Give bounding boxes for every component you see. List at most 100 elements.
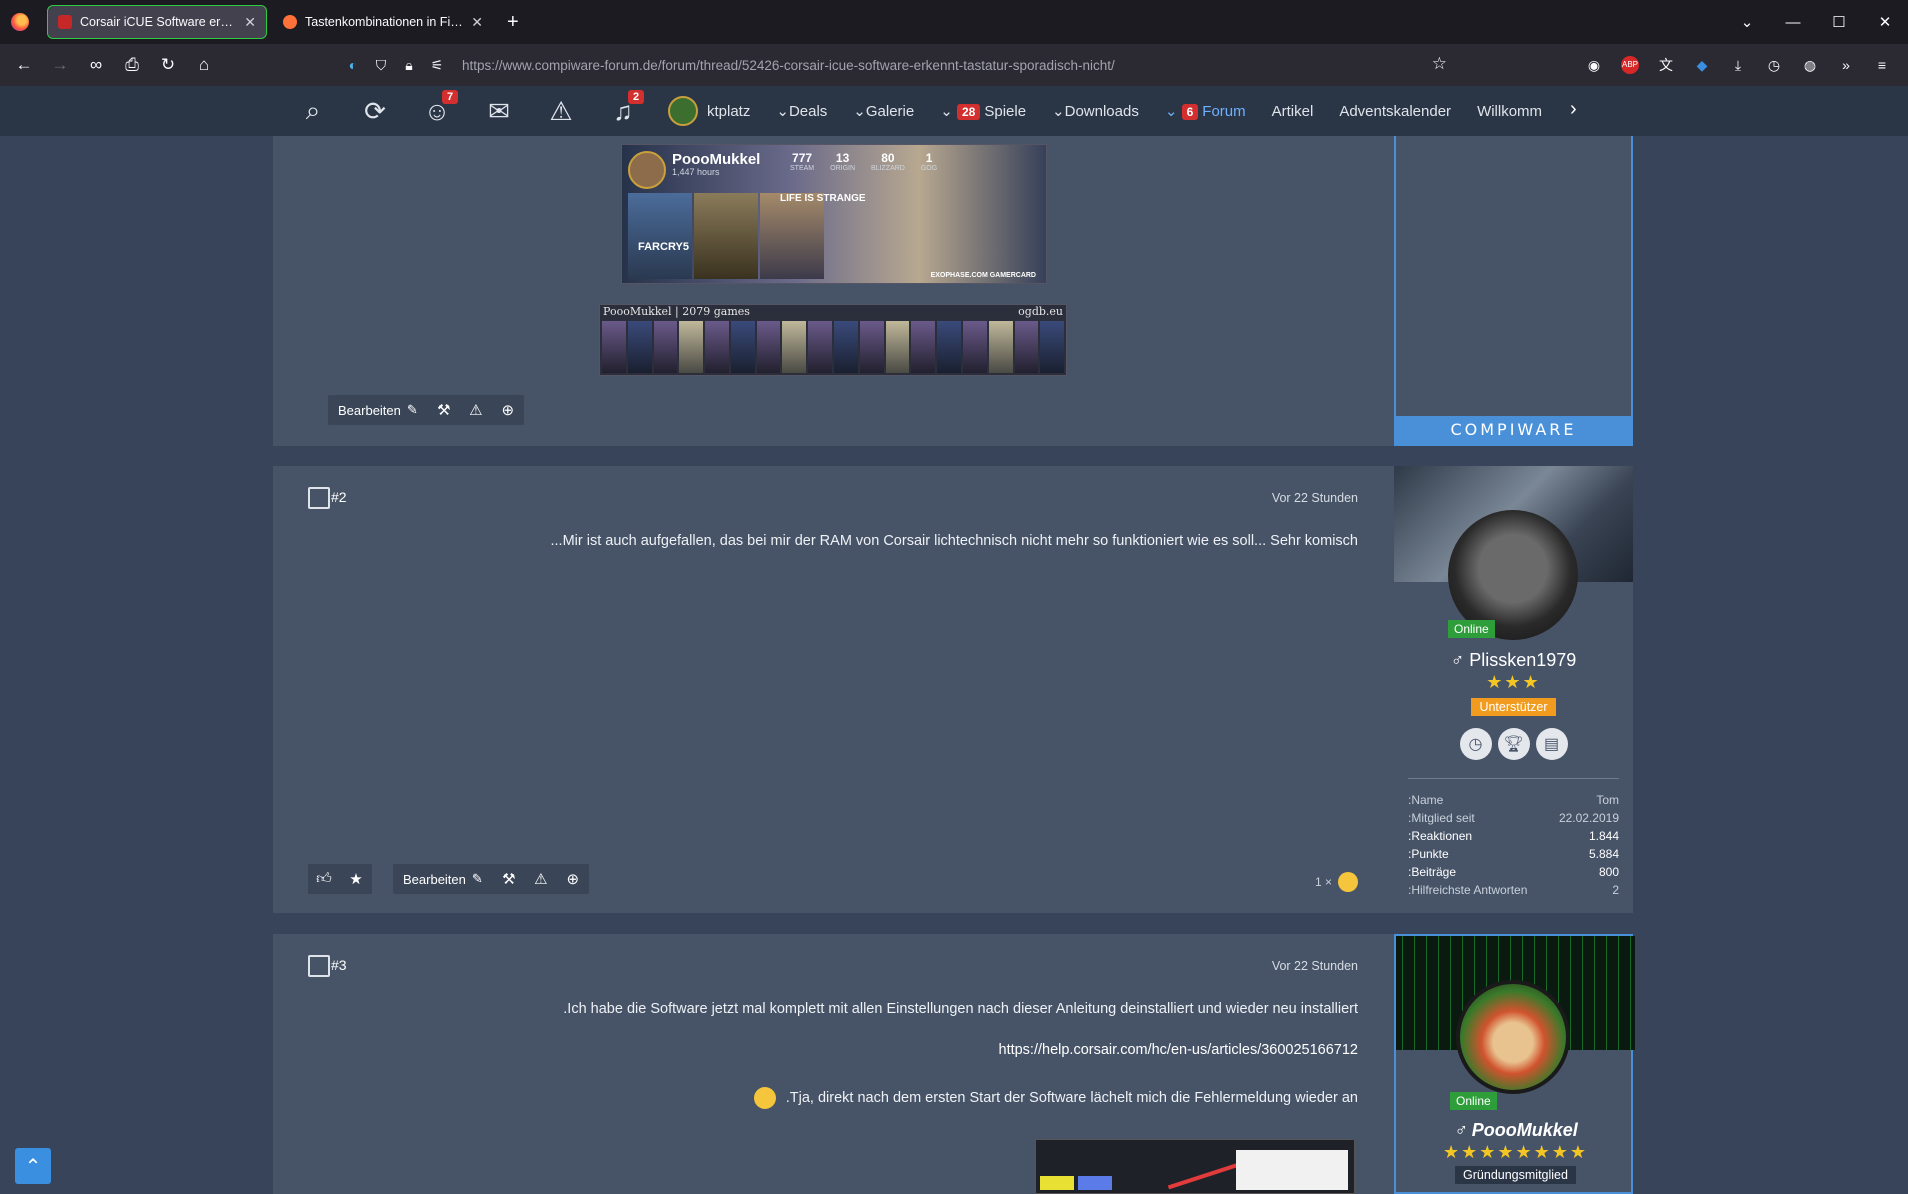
translate-icon[interactable]: 文 bbox=[1650, 55, 1682, 75]
site-nav-icons: ⌕ ⟳ ☺ 7 ✉ ⚠ ♫ 2 bbox=[282, 86, 698, 136]
drop-icon[interactable]: ◆ bbox=[1686, 57, 1718, 74]
firefox-icon[interactable] bbox=[0, 0, 40, 44]
menu-articles[interactable]: Artikel bbox=[1272, 103, 1314, 120]
edit-button[interactable]: Bearbeiten ✎ bbox=[393, 864, 493, 894]
bookmark-star-icon[interactable]: ☆ bbox=[1432, 54, 1447, 74]
detail-value: 800 bbox=[1598, 865, 1619, 879]
globe-icon[interactable]: ⊕ bbox=[492, 395, 524, 425]
tab-shortcuts[interactable]: Tastenkombinationen in Firefox ✕ bbox=[273, 5, 493, 39]
post-select-checkbox[interactable] bbox=[308, 487, 330, 509]
tab-corsair[interactable]: Corsair iCUE Software erkennt ✕ bbox=[47, 5, 267, 39]
private-mask-icon[interactable]: ∞ bbox=[78, 55, 114, 75]
author-panel-pooomukkel: Online ♂ PoooMukkel ★★★★★★★★ Gründungsmi… bbox=[1394, 934, 1635, 1194]
detail-row[interactable]: :Reaktionen 1.844 bbox=[1408, 827, 1619, 845]
account-avatar-icon[interactable]: ◍ bbox=[1794, 57, 1826, 74]
post-text-line: .Tja, direkt nach dem ersten Start der S… bbox=[753, 1087, 1358, 1109]
url-bar[interactable]: ◐ ⛉ 🔒︎ ⚟ https://www.compiware-forum.de/… bbox=[338, 50, 1463, 80]
lock-icon[interactable]: 🔒︎ bbox=[400, 57, 418, 74]
like-icon[interactable]: 👍︎ bbox=[308, 864, 340, 894]
maximize-icon[interactable]: ☐ bbox=[1816, 13, 1862, 31]
moderate-hammer-icon[interactable]: ⚒ bbox=[428, 395, 460, 425]
url-text[interactable]: https://www.compiware-forum.de/forum/thr… bbox=[462, 58, 1115, 73]
online-badge: Online bbox=[1450, 1092, 1497, 1110]
flushed-emoji-icon bbox=[1338, 872, 1358, 892]
print-icon[interactable]: ⎙ bbox=[114, 55, 150, 75]
menu-downloads[interactable]: ⌄Downloads bbox=[1052, 102, 1139, 120]
compiware-ad-panel[interactable]: COMPIWARE bbox=[1394, 136, 1633, 446]
report-icon[interactable]: ⚠ bbox=[460, 395, 492, 425]
edit-button[interactable]: Bearbeiten ✎ bbox=[328, 395, 428, 425]
scroll-to-top-button[interactable]: ⌃ bbox=[15, 1148, 51, 1184]
new-tab-icon[interactable]: + bbox=[507, 11, 519, 34]
download-icon[interactable]: ⤓ bbox=[1722, 57, 1754, 74]
site-navigation: ⌕ ⟳ ☺ 7 ✉ ⚠ ♫ 2 ktplatz ⌄Deals ⌄Galerie ⌄ … bbox=[0, 86, 1908, 136]
menu-welcome[interactable]: Willkomm bbox=[1477, 103, 1542, 120]
detail-row[interactable]: :Beiträge 800 bbox=[1408, 863, 1619, 881]
post-number[interactable]: #2 bbox=[331, 489, 347, 505]
warning-icon[interactable]: ⚠ bbox=[530, 86, 592, 136]
refresh-icon[interactable]: ⟳ bbox=[344, 86, 406, 136]
post-time[interactable]: Vor 22 Stunden bbox=[1272, 491, 1358, 505]
globe-icon[interactable]: ⊕ bbox=[557, 864, 589, 894]
user-avatar[interactable] bbox=[668, 96, 698, 126]
forward-icon[interactable]: → bbox=[42, 55, 78, 75]
detail-row[interactable]: :Punkte 5.884 bbox=[1408, 845, 1619, 863]
menu-marketplace[interactable]: ktplatz bbox=[707, 103, 750, 120]
support-link[interactable]: https://help.corsair.com/hc/en-us/articl… bbox=[999, 1042, 1359, 1058]
back-icon[interactable]: ← bbox=[6, 55, 42, 75]
bell-icon[interactable]: ♫ 2 bbox=[592, 86, 654, 136]
author-name[interactable]: ♂ PoooMukkel bbox=[1396, 1120, 1635, 1141]
author-name[interactable]: ♂ Plissken1979 bbox=[1394, 650, 1633, 671]
close-window-icon[interactable]: ✕ bbox=[1862, 13, 1908, 31]
detail-label: :Mitglied seit bbox=[1408, 811, 1475, 825]
search-icon[interactable]: ⌕ bbox=[282, 86, 344, 136]
post-number[interactable]: #3 bbox=[331, 957, 347, 973]
more-tools-icon[interactable]: » bbox=[1830, 57, 1862, 73]
menu-games[interactable]: ⌄ 28 Spiele bbox=[940, 102, 1026, 120]
post-1-toolbar: Bearbeiten ✎ ⚒ ⚠ ⊕ bbox=[328, 395, 524, 425]
reload-icon[interactable]: ↻ bbox=[150, 55, 186, 75]
frowning-emoji-icon bbox=[753, 1087, 776, 1109]
clock-icon[interactable]: ◷ bbox=[1459, 728, 1492, 760]
list-tabs-icon[interactable]: ⌄ bbox=[1724, 13, 1770, 31]
user-icon[interactable]: ☺ 7 bbox=[406, 86, 468, 136]
post-time[interactable]: Vor 22 Stunden bbox=[1272, 959, 1358, 973]
report-icon[interactable]: ⚠ bbox=[525, 864, 557, 894]
history-icon[interactable]: ◷ bbox=[1758, 57, 1790, 74]
post-screenshot-image[interactable] bbox=[1035, 1139, 1355, 1194]
close-tab-icon[interactable]: ✕ bbox=[471, 14, 483, 31]
ublock-icon[interactable]: ◉ bbox=[1578, 57, 1610, 74]
moderate-hammer-icon[interactable]: ⚒ bbox=[493, 864, 525, 894]
ogdb-site: ogdb.eu bbox=[1018, 305, 1063, 318]
author-panel-plissken: Online ♂ Plissken1979 ★★★ Unterstützer ◷… bbox=[1394, 466, 1633, 913]
shield-icon[interactable]: ⛉ bbox=[372, 57, 390, 74]
menu-label: Forum bbox=[1202, 103, 1246, 120]
edge-icon[interactable]: ◐ bbox=[344, 57, 362, 73]
author-stars: ★★★ bbox=[1486, 672, 1541, 692]
menu-scroll-right-icon[interactable]: › bbox=[1570, 98, 1577, 121]
minimize-icon[interactable]: — bbox=[1770, 14, 1816, 31]
trophy-icon[interactable]: 🏆︎ bbox=[1497, 728, 1530, 760]
document-icon[interactable]: ▤ bbox=[1535, 728, 1568, 760]
chat-icon[interactable]: ✉ bbox=[468, 86, 530, 136]
detail-label: :Name bbox=[1408, 793, 1444, 807]
reaction-summary[interactable]: 1 × bbox=[1315, 872, 1358, 892]
favorite-star-icon[interactable]: ★ bbox=[340, 864, 372, 894]
menu-gallery[interactable]: ⌄Galerie bbox=[853, 102, 914, 120]
menu-icon[interactable]: ≡ bbox=[1866, 57, 1898, 73]
menu-forum[interactable]: ⌄ 6 Forum bbox=[1165, 102, 1246, 120]
permissions-icon[interactable]: ⚟ bbox=[428, 57, 446, 74]
home-icon[interactable]: ⌂ bbox=[186, 55, 222, 75]
rank-label: Unterstützer bbox=[1471, 698, 1556, 716]
menu-advent[interactable]: Adventskalender bbox=[1339, 103, 1451, 120]
menu-deals[interactable]: ⌄Deals bbox=[776, 102, 827, 120]
close-tab-icon[interactable]: ✕ bbox=[244, 14, 256, 31]
detail-row: :Mitglied seit 22.02.2019 bbox=[1408, 809, 1619, 827]
ogdb-signature[interactable]: PoooMukkel | 2079 games ogdb.eu bbox=[599, 304, 1067, 376]
post-select-checkbox[interactable] bbox=[308, 955, 330, 977]
author-avatar[interactable] bbox=[1456, 980, 1570, 1094]
gamercard-signature[interactable]: PoooMukkel 1,447 hours 777 STEAM 13 ORIGIN… bbox=[621, 144, 1047, 284]
adblock-plus-icon[interactable]: ABP bbox=[1621, 56, 1639, 74]
detail-label: :Beiträge bbox=[1408, 865, 1457, 879]
detail-value: 1.844 bbox=[1588, 829, 1619, 843]
